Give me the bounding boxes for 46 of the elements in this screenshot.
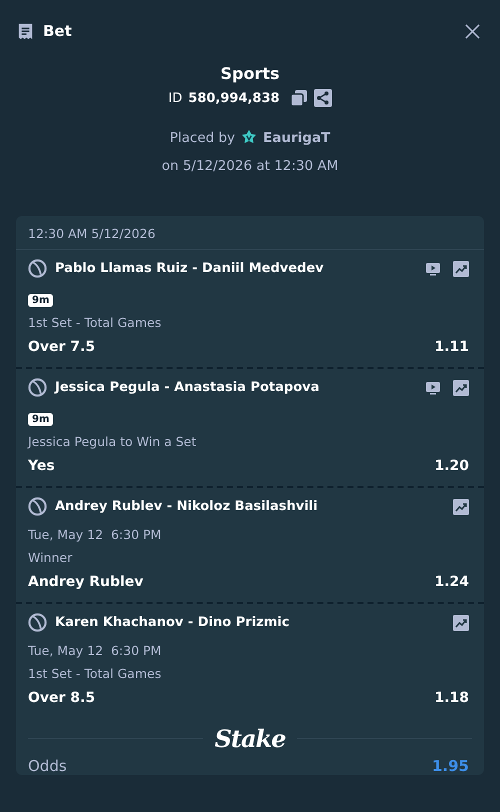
copy-icon[interactable] bbox=[290, 89, 308, 107]
match-title[interactable]: Pablo Llamas Ruiz - Daniil Medvedev bbox=[55, 261, 417, 276]
leg-odds: 1.24 bbox=[434, 574, 469, 590]
live-time-badge: 9m bbox=[28, 294, 54, 307]
start-time: Tue, May 12 6:30 PM bbox=[28, 643, 162, 658]
selection-name: Andrey Rublev bbox=[28, 574, 144, 590]
total-odds: 1.95 bbox=[432, 757, 469, 775]
leg-odds: 1.20 bbox=[434, 458, 469, 474]
leg-odds: 1.18 bbox=[434, 690, 469, 706]
selection-name: Over 8.5 bbox=[28, 690, 96, 706]
placed-date: on 5/12/2026 at 12:30 AM bbox=[162, 158, 338, 174]
live-time-badge: 9m bbox=[28, 413, 54, 426]
leg-odds: 1.11 bbox=[434, 339, 469, 355]
bet-id: 580,994,838 bbox=[188, 90, 280, 106]
chart-trend-icon[interactable] bbox=[453, 498, 469, 514]
match-title[interactable]: Jessica Pegula - Anastasia Potapova bbox=[55, 380, 417, 395]
bet-id-label: ID bbox=[168, 90, 182, 106]
share-icon[interactable] bbox=[314, 89, 332, 107]
chart-trend-icon[interactable] bbox=[453, 614, 469, 630]
selection-name: Over 7.5 bbox=[28, 339, 96, 355]
selection-name: Yes bbox=[28, 458, 55, 474]
tennis-ball-icon bbox=[28, 259, 47, 278]
card-timestamp: 12:30 AM 5/12/2026 bbox=[28, 226, 156, 241]
tv-play-icon[interactable] bbox=[425, 380, 441, 396]
close-button[interactable] bbox=[463, 22, 482, 40]
market-name: Winner bbox=[28, 550, 74, 565]
tv-play-icon[interactable] bbox=[425, 260, 441, 276]
username-link[interactable]: EaurigaT bbox=[263, 130, 330, 146]
total-label: Odds bbox=[28, 757, 67, 775]
market-name: 1st Set - Total Games bbox=[28, 666, 162, 681]
start-time: Tue, May 12 6:30 PM bbox=[28, 527, 162, 542]
match-title[interactable]: Andrey Rublev - Nikoloz Basilashvili bbox=[55, 499, 445, 514]
match-title[interactable]: Karen Khachanov - Dino Prizmic bbox=[55, 615, 445, 630]
brand-logo: Stake bbox=[214, 724, 286, 753]
tennis-ball-icon bbox=[28, 378, 47, 397]
close-icon bbox=[465, 24, 480, 38]
market-name: Jessica Pegula to Win a Set bbox=[28, 434, 198, 449]
window-title: Bet bbox=[43, 22, 72, 40]
tennis-ball-icon bbox=[28, 497, 47, 516]
market-name: 1st Set - Total Games bbox=[28, 315, 162, 330]
placed-by-label: Placed by bbox=[170, 130, 236, 146]
chart-trend-icon[interactable] bbox=[453, 260, 469, 276]
chart-trend-icon[interactable] bbox=[453, 380, 469, 396]
receipt-icon bbox=[16, 22, 35, 40]
bet-category: Sports bbox=[220, 64, 280, 83]
tennis-ball-icon bbox=[28, 613, 47, 632]
